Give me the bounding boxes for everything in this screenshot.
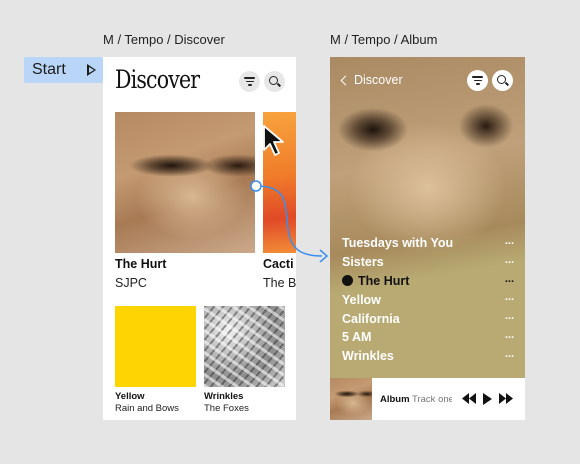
track-item-current[interactable]: The Hurt ... xyxy=(342,272,514,291)
track-title: Tuesdays with You xyxy=(342,236,454,251)
start-flow-button[interactable]: Start xyxy=(24,57,103,83)
search-button[interactable] xyxy=(492,70,513,91)
more-icon[interactable]: ... xyxy=(505,273,514,284)
player-track-text: Track one xyxy=(412,393,452,405)
player-thumbnail xyxy=(330,378,372,420)
grid-album-title[interactable]: Yellow xyxy=(115,391,145,402)
start-label: Start xyxy=(32,61,66,78)
track-list: Tuesdays with You ... Sisters ... The Hu… xyxy=(342,234,514,366)
album-frame-label: M / Tempo / Album xyxy=(330,32,438,47)
track-item[interactable]: Sisters ... xyxy=(342,253,514,272)
rewind-icon[interactable] xyxy=(462,393,476,404)
player-info: Album Track one xyxy=(380,394,452,405)
player-album-label: Album xyxy=(380,393,410,405)
featured-album-artist: SJPC xyxy=(115,276,147,290)
discover-frame-label: M / Tempo / Discover xyxy=(103,32,225,47)
track-title: 5 AM xyxy=(342,330,372,345)
track-item[interactable]: Tuesdays with You ... xyxy=(342,234,514,253)
track-title: The Hurt xyxy=(358,273,410,288)
track-title: Sisters xyxy=(342,255,384,270)
featured-album-title[interactable]: The Hurt xyxy=(115,257,166,271)
play-icon xyxy=(87,64,96,76)
track-title: Yellow xyxy=(342,292,381,307)
more-icon[interactable]: ... xyxy=(505,292,514,303)
now-playing-indicator xyxy=(342,275,353,287)
filter-icon xyxy=(472,76,483,85)
more-icon[interactable]: ... xyxy=(505,236,514,247)
more-icon[interactable]: ... xyxy=(505,311,514,322)
search-button[interactable] xyxy=(264,71,285,92)
page-title: Discover xyxy=(115,65,200,94)
featured-album-title[interactable]: Cacti xyxy=(263,257,294,271)
grid-album-artist: Rain and Bows xyxy=(115,403,179,414)
filter-icon xyxy=(244,77,255,86)
back-button[interactable]: Discover xyxy=(340,73,403,87)
back-label: Discover xyxy=(354,73,403,87)
grid-album-title[interactable]: Wrinkles xyxy=(204,391,243,402)
track-title: California xyxy=(342,311,400,326)
cursor-icon xyxy=(263,125,284,156)
track-item[interactable]: California ... xyxy=(342,309,514,328)
track-title: Wrinkles xyxy=(342,349,394,364)
album-cover-the-hurt[interactable] xyxy=(115,112,255,253)
more-icon[interactable]: ... xyxy=(505,254,514,265)
album-cover-wrinkles[interactable] xyxy=(204,306,285,387)
filter-button[interactable] xyxy=(467,70,488,91)
filter-button[interactable] xyxy=(239,71,260,92)
album-cover-yellow[interactable] xyxy=(115,306,196,387)
chevron-left-icon xyxy=(340,75,351,85)
track-item[interactable]: Wrinkles ... xyxy=(342,347,514,366)
fast-forward-icon[interactable] xyxy=(499,393,513,404)
search-icon xyxy=(497,75,506,84)
grid-album-artist: The Foxes xyxy=(204,403,249,414)
more-icon[interactable]: ... xyxy=(505,348,514,359)
track-item[interactable]: Yellow ... xyxy=(342,290,514,309)
mini-player[interactable]: Album Track one xyxy=(330,378,525,420)
album-screen: Discover Tuesdays with You ... Sisters .… xyxy=(330,57,525,420)
play-icon[interactable] xyxy=(483,393,492,405)
track-item[interactable]: 5 AM ... xyxy=(342,328,514,347)
discover-screen: Discover The Hurt SJPC Cacti The B Yello… xyxy=(103,57,296,420)
more-icon[interactable]: ... xyxy=(505,329,514,340)
featured-album-artist: The B xyxy=(263,276,296,290)
search-icon xyxy=(269,76,278,85)
